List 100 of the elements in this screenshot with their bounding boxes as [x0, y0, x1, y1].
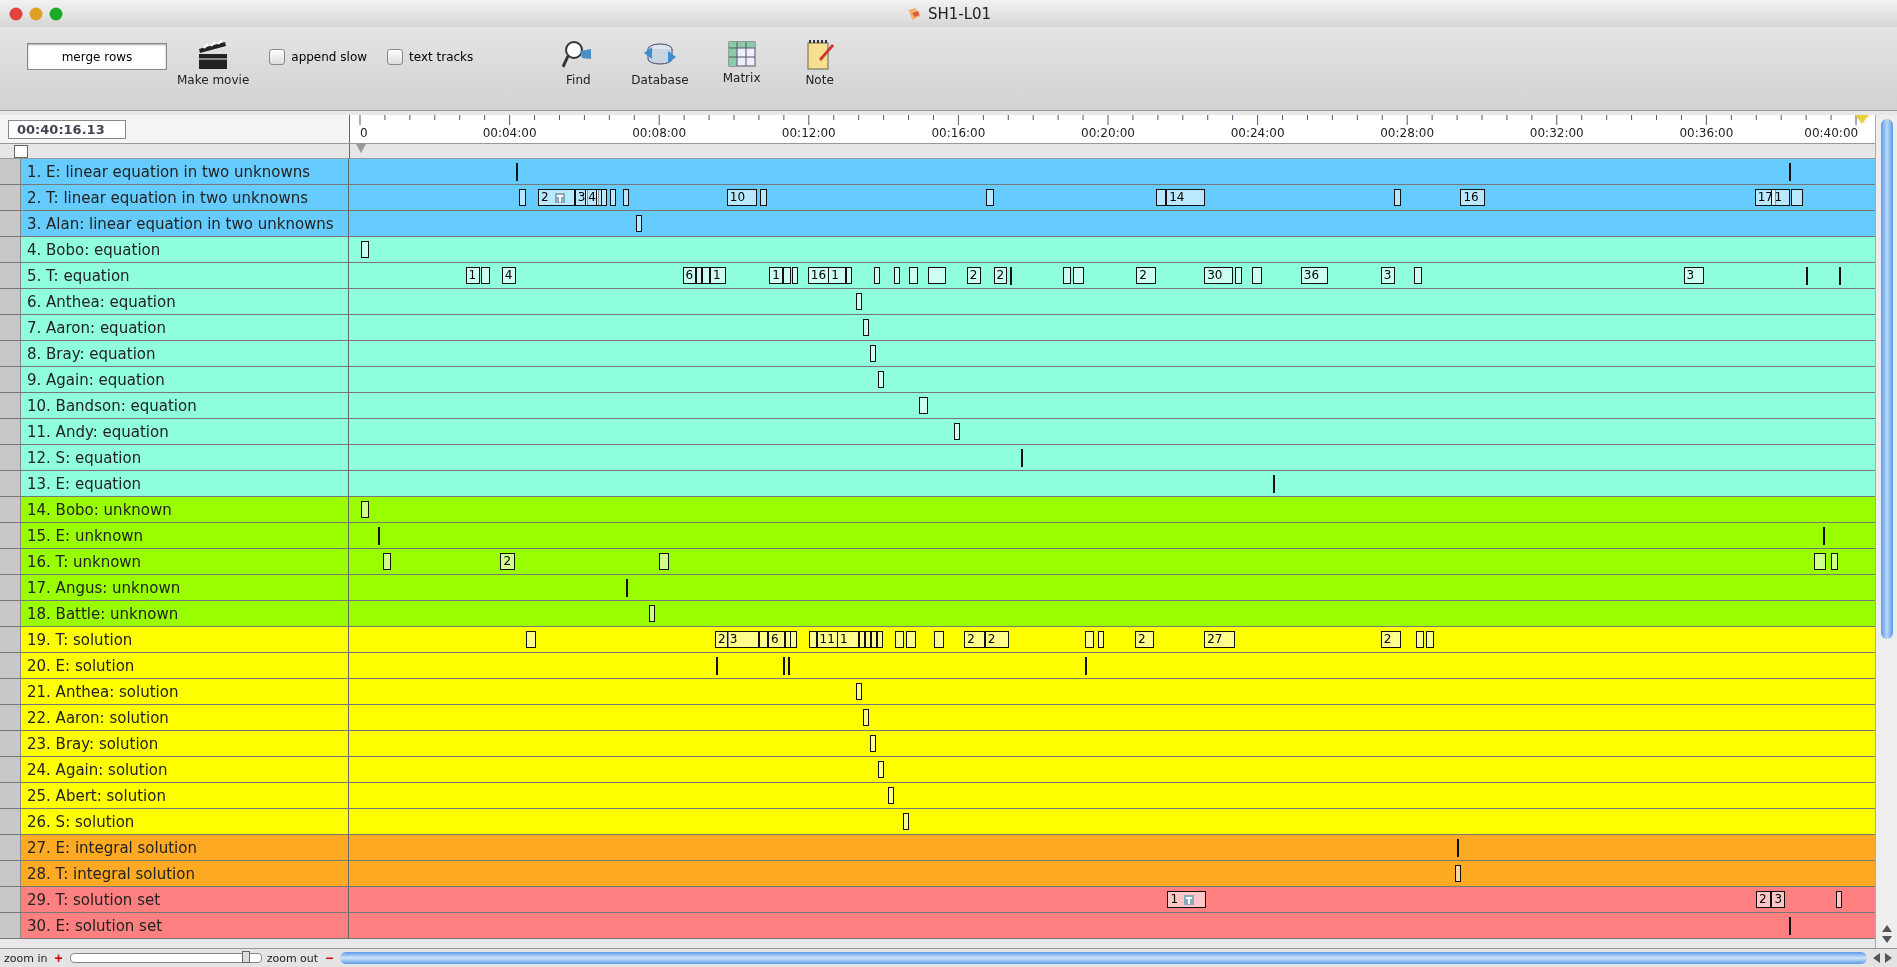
event-marker[interactable]: [1085, 631, 1094, 648]
track-label[interactable]: 8. Bray: equation: [27, 344, 156, 363]
row-handle[interactable]: [0, 731, 21, 756]
track-label[interactable]: 20. E: solution: [27, 656, 135, 675]
event-marker[interactable]: [785, 631, 792, 648]
row-handle[interactable]: [0, 913, 21, 938]
zoom-slider-thumb[interactable]: [242, 951, 251, 963]
row-handle[interactable]: [0, 783, 21, 808]
event-marker[interactable]: [893, 267, 900, 284]
row-handle[interactable]: [0, 653, 21, 678]
horizontal-scrollbar[interactable]: [340, 952, 1867, 964]
track-label[interactable]: 14. Bobo: unknown: [27, 500, 172, 519]
event-marker[interactable]: [1097, 631, 1105, 648]
event-marker[interactable]: [856, 293, 863, 310]
event-marker[interactable]: [1830, 553, 1839, 570]
event-marker[interactable]: 4: [501, 267, 517, 284]
track-label[interactable]: 21. Anthea: solution: [27, 682, 179, 701]
event-marker[interactable]: 36: [1300, 267, 1328, 284]
event-tick[interactable]: [782, 657, 785, 675]
event-marker[interactable]: 6: [767, 631, 786, 648]
event-marker[interactable]: [481, 267, 490, 284]
scroll-down-icon[interactable]: [1881, 936, 1892, 944]
track-label[interactable]: 6. Anthea: equation: [27, 292, 176, 311]
event-marker[interactable]: [878, 371, 885, 388]
event-marker[interactable]: 30: [1204, 267, 1233, 284]
track-label[interactable]: 17. Angus: unknown: [27, 578, 181, 597]
track-label[interactable]: 23. Bray: solution: [27, 734, 159, 753]
event-marker[interactable]: [518, 189, 527, 206]
event-marker[interactable]: 2: [993, 267, 1008, 284]
track-label[interactable]: 22. Aaron: solution: [27, 708, 169, 727]
event-marker[interactable]: [908, 267, 919, 284]
event-marker[interactable]: [877, 631, 884, 648]
event-marker[interactable]: [888, 787, 895, 804]
track-label[interactable]: 24. Again: solution: [27, 760, 168, 779]
event-marker[interactable]: [1455, 865, 1462, 882]
event-marker[interactable]: 2: [984, 631, 1010, 648]
event-marker[interactable]: 2: [964, 631, 985, 648]
close-icon[interactable]: [9, 6, 23, 21]
event-marker[interactable]: 4: [585, 189, 599, 206]
track-label[interactable]: 7. Aaron: equation: [27, 318, 167, 337]
row-handle[interactable]: [0, 757, 21, 782]
event-marker[interactable]: [1393, 189, 1402, 206]
event-marker[interactable]: [895, 631, 904, 648]
event-marker[interactable]: 1: [769, 267, 783, 284]
event-marker[interactable]: 2: [1755, 891, 1772, 908]
event-marker[interactable]: 2: [537, 189, 575, 206]
event-marker[interactable]: 3: [726, 631, 759, 648]
event-marker[interactable]: 14: [1166, 189, 1205, 206]
track-label[interactable]: 4. Bobo: equation: [27, 240, 161, 259]
row-handle[interactable]: [0, 523, 21, 548]
row-handle[interactable]: [0, 367, 21, 392]
track-label[interactable]: 10. Bandson: equation: [27, 396, 197, 415]
event-marker[interactable]: [609, 189, 616, 206]
event-marker[interactable]: [856, 683, 863, 700]
row-handle[interactable]: [0, 289, 21, 314]
event-marker[interactable]: 10: [726, 189, 758, 206]
track-label[interactable]: 16. T: unknown: [27, 552, 142, 571]
row-handle[interactable]: [0, 601, 21, 626]
event-tick[interactable]: [1839, 267, 1842, 285]
event-marker[interactable]: [1073, 267, 1084, 284]
event-tick[interactable]: [378, 527, 381, 545]
event-marker[interactable]: 27: [1204, 631, 1236, 648]
event-marker[interactable]: [1790, 189, 1804, 206]
event-marker[interactable]: [526, 631, 536, 648]
event-marker[interactable]: [986, 189, 994, 206]
event-marker[interactable]: 1: [709, 267, 726, 284]
row-handle[interactable]: [0, 263, 21, 288]
row-handle[interactable]: [0, 315, 21, 340]
event-marker[interactable]: [383, 553, 392, 570]
event-marker[interactable]: [1235, 267, 1242, 284]
row-handle[interactable]: [0, 809, 21, 834]
track-label[interactable]: 30. E: solution set: [27, 916, 162, 935]
event-marker[interactable]: [636, 215, 643, 232]
event-marker[interactable]: 11: [816, 631, 838, 648]
event-marker[interactable]: [659, 553, 669, 570]
event-marker[interactable]: 3: [1380, 267, 1395, 284]
event-tick[interactable]: [1822, 527, 1825, 545]
event-marker[interactable]: [789, 631, 798, 648]
event-tick[interactable]: [1805, 267, 1808, 285]
event-marker[interactable]: 1: [1771, 189, 1790, 206]
event-marker[interactable]: [600, 189, 608, 206]
vertical-scrollbar-thumb[interactable]: [1880, 119, 1893, 639]
merge-rows-button[interactable]: merge rows: [27, 43, 167, 70]
event-marker[interactable]: 1: [837, 631, 859, 648]
event-tick[interactable]: [1085, 657, 1088, 675]
event-marker[interactable]: [862, 319, 869, 336]
event-marker[interactable]: [782, 267, 791, 284]
event-marker[interactable]: [1414, 267, 1422, 284]
zoom-icon[interactable]: [49, 6, 63, 21]
row-handle[interactable]: [0, 679, 21, 704]
row-handle[interactable]: [0, 627, 21, 652]
event-marker[interactable]: [933, 631, 944, 648]
zoom-out-button[interactable]: −: [323, 951, 336, 965]
make-movie-button[interactable]: Make movie: [177, 39, 250, 87]
scroll-right-icon[interactable]: [1885, 953, 1893, 963]
event-marker[interactable]: [1425, 631, 1434, 648]
event-marker[interactable]: [870, 345, 877, 362]
event-marker[interactable]: [701, 267, 710, 284]
event-marker[interactable]: [361, 501, 369, 518]
checkbox[interactable]: [387, 49, 404, 65]
